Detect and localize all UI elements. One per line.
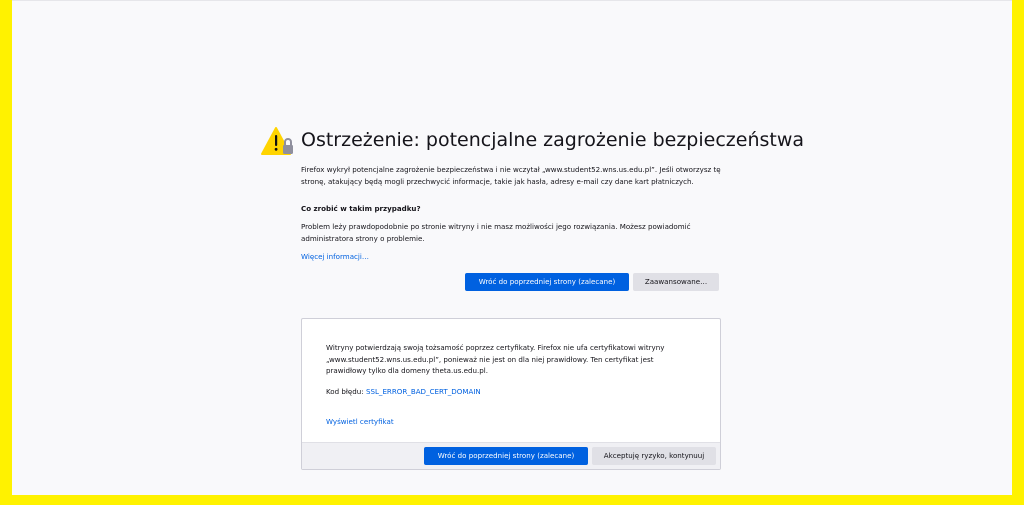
view-certificate-link[interactable]: Wyświetl certyfikat [326,416,394,428]
error-code-label: Kod błędu: [326,387,366,396]
top-divider [12,0,1012,1]
error-code-line: Kod błędu: SSL_ERROR_BAD_CERT_DOMAIN [326,386,481,398]
what-to-do-text: Problem leży prawdopodobnie po stronie w… [301,222,691,243]
warning-lock-icon [261,127,293,155]
warning-description: Firefox wykrył potencjalne zagrożenie be… [301,165,721,186]
advanced-button[interactable]: Zaawansowane… [633,273,719,291]
advanced-panel-footer: Wróć do poprzedniej strony (zalecane) Ak… [302,442,720,469]
what-to-do-heading: Co zrobić w takim przypadku? [301,204,421,213]
go-back-button[interactable]: Wróć do poprzedniej strony (zalecane) [465,273,629,291]
advanced-panel: Witryny potwierdzają swoją tożsamość pop… [301,318,721,470]
error-code-link[interactable]: SSL_ERROR_BAD_CERT_DOMAIN [366,387,481,396]
page-title: Ostrzeżenie: potencjalne zagrożenie bezp… [301,129,805,151]
error-page: Ostrzeżenie: potencjalne zagrożenie bezp… [12,0,1012,495]
accept-risk-button[interactable]: Akceptuję ryzyko, kontynuuj [592,447,716,465]
panel-go-back-button[interactable]: Wróć do poprzedniej strony (zalecane) [424,447,588,465]
more-info-link[interactable]: Więcej informacji… [301,251,369,263]
certificate-explanation: Witryny potwierdzają swoją tożsamość pop… [326,343,665,375]
